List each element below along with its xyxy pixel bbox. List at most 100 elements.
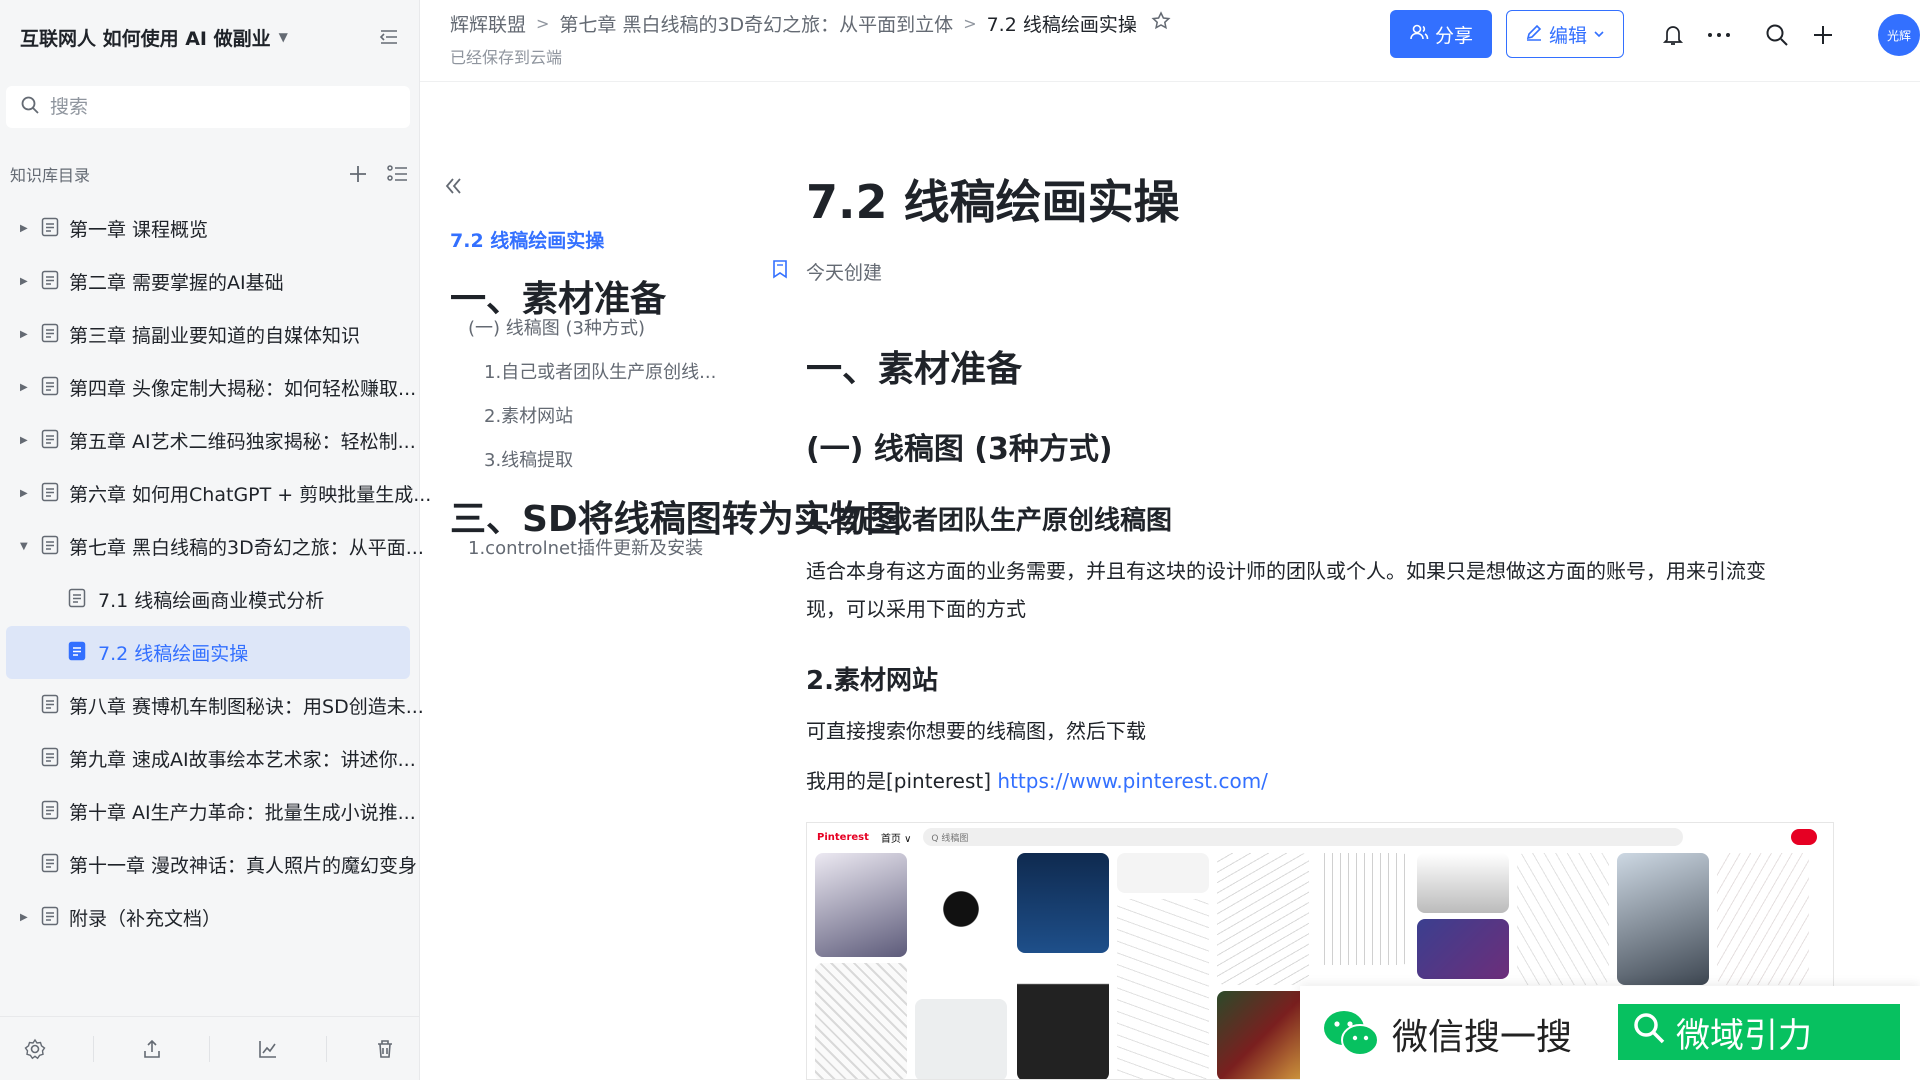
expand-arrow-icon[interactable]: ▶ xyxy=(20,223,28,234)
tree-item-7-2[interactable]: 7.2 线稿绘画实操 xyxy=(6,626,410,679)
app-window: 互联网人 如何使用 AI 做副业 ▼ 知识库目录 xyxy=(0,0,1920,1080)
image-tile xyxy=(1117,853,1209,893)
list-settings-icon[interactable] xyxy=(386,162,410,186)
pinterest-link[interactable]: https://www.pinterest.com/ xyxy=(997,769,1268,793)
pinterest-badge xyxy=(1791,829,1817,845)
paragraph: 适合本身有这方面的业务需要，并且有这块的设计师的团队或个人。如果只是想做这方面的… xyxy=(806,559,1766,621)
share-button[interactable]: 分享 xyxy=(1390,10,1492,58)
pinterest-tab: 首页 ∨ xyxy=(880,833,912,845)
outline-item[interactable]: 2.素材网站 xyxy=(484,402,573,428)
search-icon xyxy=(20,95,40,119)
double-chevron-left-icon[interactable] xyxy=(444,176,464,200)
created-label: 今天创建 xyxy=(806,262,883,284)
expand-arrow-icon[interactable]: ▶ xyxy=(20,435,28,446)
sidebar-search[interactable] xyxy=(6,86,410,128)
tree-item-chapter-8[interactable]: 第八章 赛博机车制图秘诀：用SD创造未... xyxy=(6,679,424,732)
document-icon xyxy=(41,376,59,400)
document-icon xyxy=(41,800,59,824)
image-tile xyxy=(1117,899,1209,1079)
expand-arrow-icon[interactable]: ▶ xyxy=(20,276,28,287)
pencil-icon xyxy=(1525,23,1543,46)
tree-item-label: 7.1 线稿绘画商业模式分析 xyxy=(98,590,325,612)
tree-item-label: 第二章 需要掌握的AI基础 xyxy=(69,272,284,294)
chevron-right-icon: > xyxy=(536,14,550,33)
breadcrumb-item[interactable]: 第七章 黑白线稿的3D奇幻之旅：从平面到立体 xyxy=(559,10,953,37)
pinterest-logo: Pinterest xyxy=(817,831,869,843)
divider xyxy=(326,1035,328,1062)
kb-title[interactable]: 互联网人 如何使用 AI 做副业 xyxy=(20,24,271,51)
edit-button[interactable]: 编辑 xyxy=(1506,10,1624,58)
star-icon[interactable] xyxy=(1151,11,1171,36)
paragraph-text: 我用的是[pinterest] xyxy=(806,769,998,793)
wechat-icon xyxy=(1322,1008,1380,1062)
tree-item-chapter-11[interactable]: 第十一章 漫改神话：真人照片的魔幻变身 xyxy=(6,838,417,891)
search-icon[interactable] xyxy=(1764,22,1790,48)
wechat-search-box[interactable]: 微域引力 xyxy=(1618,1004,1900,1060)
tree-item-chapter-7[interactable]: ▼ 第七章 黑白线稿的3D奇幻之旅：从平面... xyxy=(6,520,424,573)
collapse-sidebar-icon[interactable] xyxy=(378,26,400,48)
pinterest-header: Pinterest 首页 ∨ Q 线稿图 xyxy=(807,823,1833,851)
tree-item-chapter-5[interactable]: ▶ 第五章 AI艺术二维码独家揭秘：轻松制... xyxy=(6,414,416,467)
collapse-arrow-icon[interactable]: ▼ xyxy=(20,541,28,552)
tree-item-chapter-1[interactable]: ▶ 第一章 课程概览 xyxy=(6,202,410,255)
tree-item-label: 第五章 AI艺术二维码独家揭秘：轻松制... xyxy=(69,431,416,453)
heading-1: 一、素材准备 xyxy=(806,349,1023,390)
kb-header[interactable]: 互联网人 如何使用 AI 做副业 ▼ xyxy=(20,22,400,52)
outline-item[interactable]: 1.自己或者团队生产原创线... xyxy=(484,358,716,384)
settings-icon[interactable] xyxy=(23,1037,47,1061)
search-icon xyxy=(1632,1011,1666,1054)
expand-arrow-icon[interactable]: ▶ xyxy=(20,912,28,923)
image-tile xyxy=(1717,853,1809,985)
document-icon xyxy=(41,853,59,877)
expand-arrow-icon[interactable]: ▶ xyxy=(20,382,28,393)
image-tile xyxy=(915,999,1007,1079)
doc-meta: 今天创建 xyxy=(772,258,882,285)
image-tile xyxy=(815,963,907,1079)
outline-item[interactable]: 1.controlnet插件更新及安装 xyxy=(468,534,703,560)
image-tile xyxy=(1017,853,1109,953)
tree-item-chapter-3[interactable]: ▶ 第三章 搞副业要知道的自媒体知识 xyxy=(6,308,410,361)
trash-icon[interactable] xyxy=(373,1037,397,1061)
expand-arrow-icon[interactable]: ▶ xyxy=(20,488,28,499)
breadcrumb: 辉辉联盟 > 第七章 黑白线稿的3D奇幻之旅：从平面到立体 > 7.2 线稿绘画… xyxy=(450,10,1171,37)
outline-item[interactable]: 3.线稿提取 xyxy=(484,446,573,472)
avatar[interactable]: 光辉 xyxy=(1878,14,1920,56)
more-icon[interactable] xyxy=(1706,22,1732,48)
tree-item-chapter-6[interactable]: ▶ 第六章 如何用ChatGPT + 剪映批量生成... xyxy=(6,467,431,520)
share-button-label: 分享 xyxy=(1434,24,1473,47)
expand-arrow-icon[interactable]: ▶ xyxy=(20,329,28,340)
heading-3: 1.自己或者团队生产原创线稿图 xyxy=(806,506,1172,536)
user-share-icon xyxy=(1409,22,1429,47)
wechat-search-banner[interactable]: 微信搜一搜 微域引力 xyxy=(1300,986,1920,1080)
tree-item-label: 第六章 如何用ChatGPT + 剪映批量生成... xyxy=(69,484,432,506)
document-icon xyxy=(41,323,59,347)
analytics-icon[interactable] xyxy=(256,1037,280,1061)
tree-item-chapter-2[interactable]: ▶ 第二章 需要掌握的AI基础 xyxy=(6,255,410,308)
caret-down-icon[interactable]: ▼ xyxy=(279,30,288,44)
add-icon[interactable] xyxy=(346,162,370,186)
bell-icon[interactable] xyxy=(1660,22,1686,48)
tree-item-chapter-4[interactable]: ▶ 第四章 头像定制大揭秘：如何轻松赚取... xyxy=(6,361,416,414)
image-tile xyxy=(915,853,1007,993)
tree-item-chapter-10[interactable]: 第十章 AI生产力革命：批量生成小说推... xyxy=(6,785,416,838)
plus-icon[interactable] xyxy=(1810,22,1836,48)
paragraph: 可直接搜索你想要的线稿图，然后下载 xyxy=(806,719,1146,743)
outline-item[interactable]: 7.2 线稿绘画实操 xyxy=(450,226,604,253)
tree-item-chapter-9[interactable]: 第九章 速成AI故事绘本艺术家：讲述你... xyxy=(6,732,416,785)
search-input[interactable] xyxy=(50,96,370,118)
bookmark-icon[interactable] xyxy=(772,259,788,284)
tree-item-7-1[interactable]: 7.1 线稿绘画商业模式分析 xyxy=(6,573,410,626)
document-icon xyxy=(41,535,59,559)
image-tile xyxy=(815,853,907,957)
toc-header: 知识库目录 xyxy=(10,160,410,188)
breadcrumb-item[interactable]: 辉辉联盟 xyxy=(450,10,526,37)
tree-item-appendix[interactable]: ▶ 附录（补充文档） xyxy=(6,891,410,944)
page-title: 7.2 线稿绘画实操 xyxy=(806,175,1180,229)
document-icon xyxy=(41,429,59,453)
share-out-icon[interactable] xyxy=(140,1037,164,1061)
heading-2: (一) 线稿图 (3种方式) xyxy=(806,432,1113,467)
toc-label: 知识库目录 xyxy=(10,166,91,185)
outline-item[interactable]: (一) 线稿图 (3种方式) xyxy=(468,314,645,340)
document-icon xyxy=(41,217,59,241)
tree-item-label: 第十章 AI生产力革命：批量生成小说推... xyxy=(69,802,416,824)
